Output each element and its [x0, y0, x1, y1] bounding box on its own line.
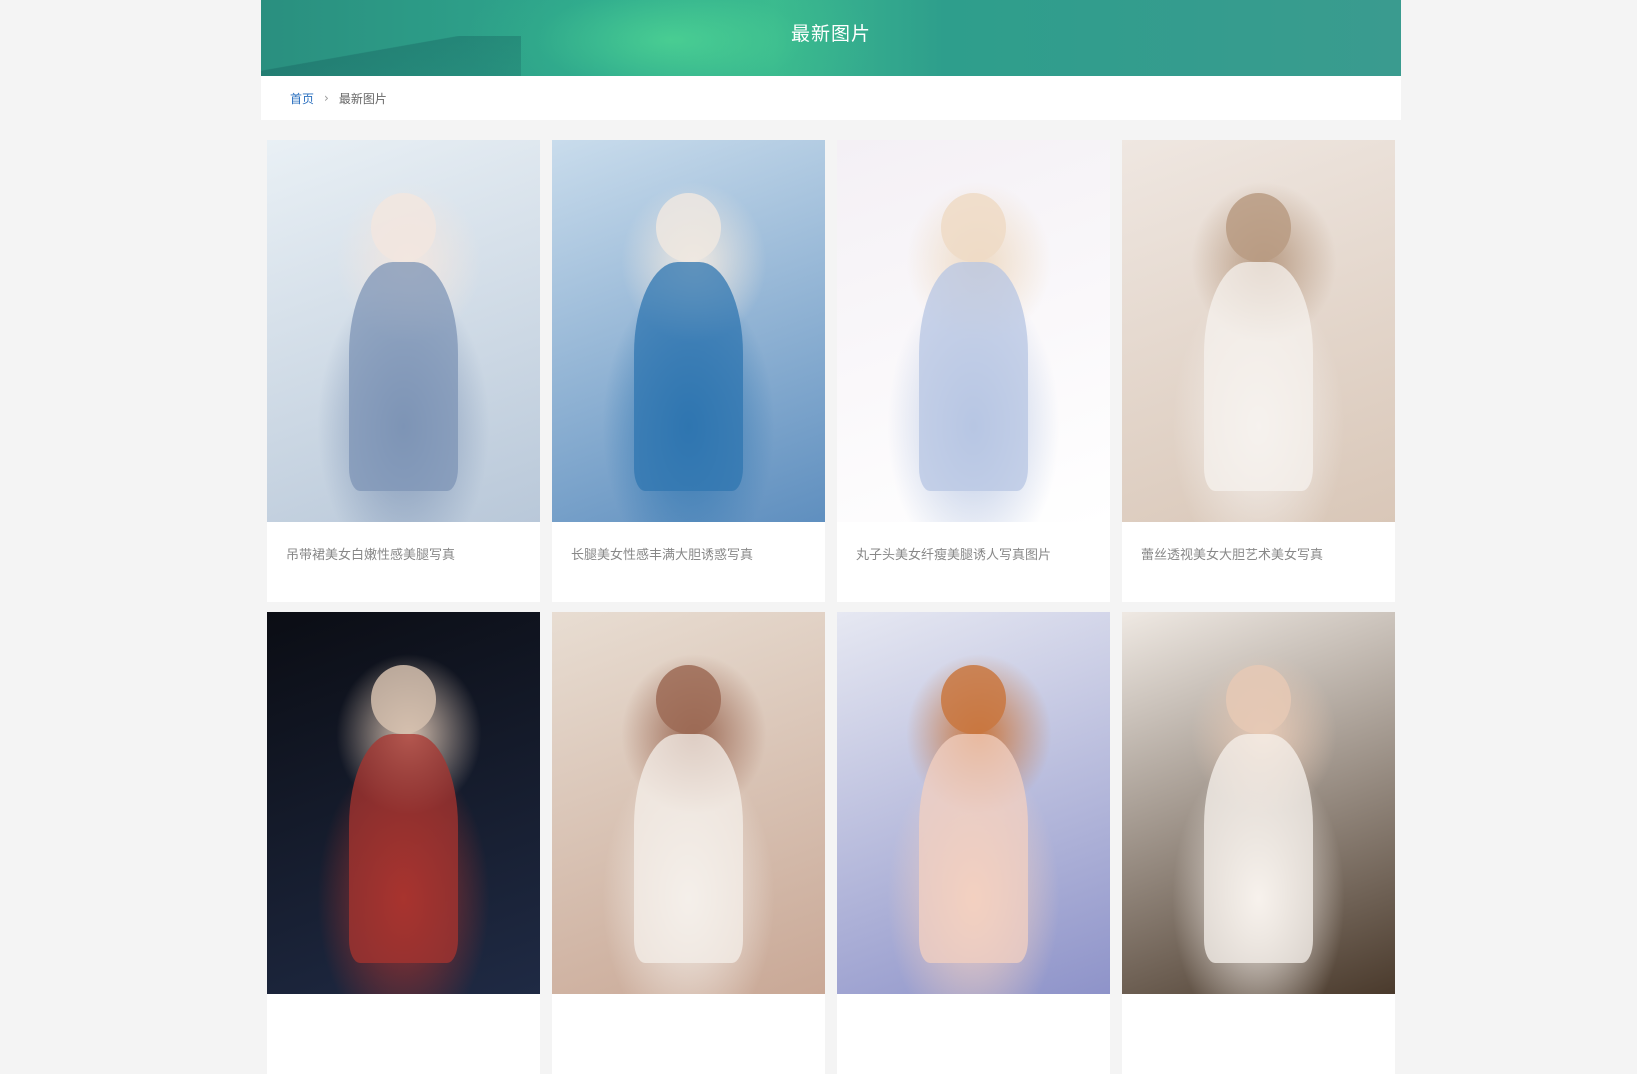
gallery-card[interactable]	[267, 612, 540, 1074]
person-figure	[655, 665, 722, 735]
person-body	[633, 734, 744, 964]
gallery-card[interactable]	[1122, 612, 1395, 1074]
person-figure	[370, 193, 437, 263]
gallery-caption[interactable]	[552, 994, 825, 1074]
gallery-caption[interactable]	[1122, 994, 1395, 1074]
page-container: 最新图片 首页 › 最新图片 吊带裙美女白嫩性感美腿写真 长腿美女性感丰满大胆诱…	[261, 0, 1401, 1074]
breadcrumb: 首页 › 最新图片	[261, 76, 1401, 120]
gallery-caption[interactable]: 长腿美女性感丰满大胆诱惑写真	[552, 522, 825, 602]
gallery-photo[interactable]	[267, 140, 540, 522]
gallery-card[interactable]	[837, 612, 1110, 1074]
gallery-photo[interactable]	[837, 140, 1110, 522]
gallery-card[interactable]	[552, 612, 825, 1074]
person-body	[348, 734, 459, 964]
gallery-caption[interactable]: 蕾丝透视美女大胆艺术美女写真	[1122, 522, 1395, 602]
breadcrumb-home-link[interactable]: 首页	[290, 90, 314, 107]
person-figure	[1225, 193, 1292, 263]
gallery-photo[interactable]	[1122, 140, 1395, 522]
person-body	[918, 734, 1029, 964]
gallery-photo[interactable]	[552, 612, 825, 994]
gallery-caption[interactable]: 丸子头美女纤瘦美腿诱人写真图片	[837, 522, 1110, 602]
gallery-card[interactable]: 吊带裙美女白嫩性感美腿写真	[267, 140, 540, 602]
person-body	[633, 262, 744, 492]
gallery-photo[interactable]	[552, 140, 825, 522]
gallery-caption[interactable]	[837, 994, 1110, 1074]
gallery-caption[interactable]	[267, 994, 540, 1074]
gallery-photo[interactable]	[1122, 612, 1395, 994]
header-banner: 最新图片	[261, 0, 1401, 76]
person-figure	[655, 193, 722, 263]
gallery-photo[interactable]	[837, 612, 1110, 994]
person-body	[1203, 734, 1314, 964]
person-body	[1203, 262, 1314, 492]
person-figure	[940, 665, 1007, 735]
gallery-card[interactable]: 蕾丝透视美女大胆艺术美女写真	[1122, 140, 1395, 602]
gallery-caption[interactable]: 吊带裙美女白嫩性感美腿写真	[267, 522, 540, 602]
gallery-card[interactable]: 长腿美女性感丰满大胆诱惑写真	[552, 140, 825, 602]
breadcrumb-current: 最新图片	[338, 91, 387, 106]
page-title: 最新图片	[790, 23, 871, 45]
gallery-photo[interactable]	[267, 612, 540, 994]
person-figure	[370, 665, 437, 735]
person-body	[348, 262, 459, 492]
gallery-card[interactable]: 丸子头美女纤瘦美腿诱人写真图片	[837, 140, 1110, 602]
chevron-right-icon: ›	[324, 91, 329, 105]
person-body	[918, 262, 1029, 492]
person-figure	[1225, 665, 1292, 735]
person-figure	[940, 193, 1007, 263]
